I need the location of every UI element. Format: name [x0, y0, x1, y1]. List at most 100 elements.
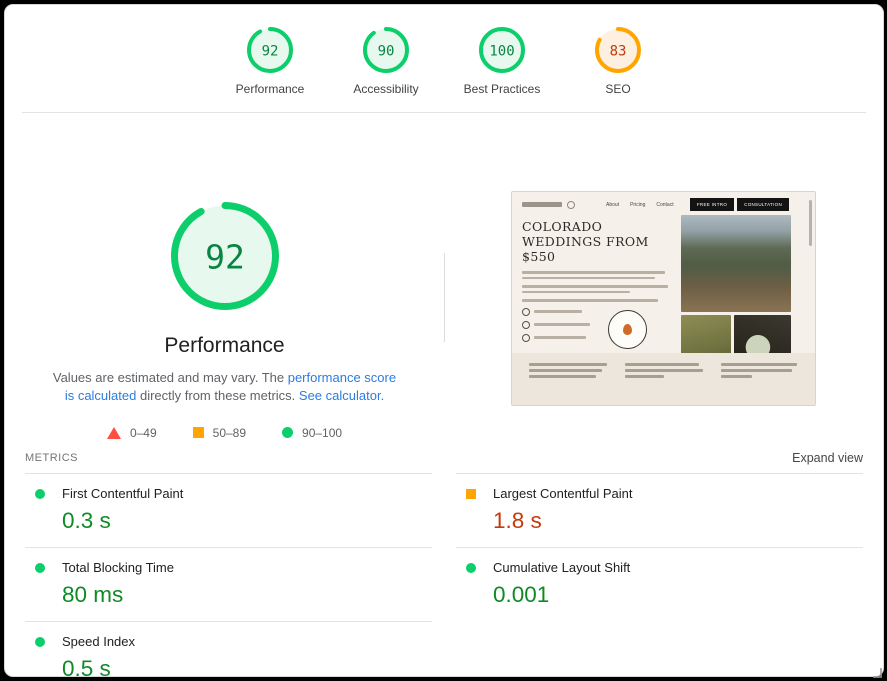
thumb-site-logo	[522, 202, 562, 207]
score-gauge-ring: 90	[363, 27, 409, 73]
thumb-hero-heading: COLORADO WEDDINGS FROM $550	[522, 219, 649, 264]
thumb-testimonial-skeleton	[528, 363, 607, 405]
metrics-column-right: Largest Contentful Paint 1.8 s Cumulative …	[456, 473, 863, 676]
legend-range-label: 0–49	[129, 425, 157, 440]
score-number: 100	[489, 43, 514, 59]
description-text: directly from these metrics.	[136, 388, 299, 404]
thumb-testimonial-skeleton	[720, 363, 799, 405]
score-number: 83	[610, 43, 627, 59]
metric-label-row: Cumulative Layout Shift	[456, 560, 863, 575]
metric-label-row: Largest Contentful Paint	[456, 486, 863, 501]
metric-name: Largest Contentful Paint	[493, 486, 633, 501]
expand-view-toggle[interactable]: Expand view	[792, 451, 863, 465]
see-calculator-link[interactable]: See calculator.	[299, 388, 384, 403]
metric-total-blocking-time: Total Blocking Time 80 ms	[25, 547, 432, 621]
category-score-best-practices[interactable]: 100 Best Practices	[459, 27, 545, 96]
lighthouse-report-card: 92 Performance 90 Accessibility 100 Best Prac…	[4, 4, 884, 677]
category-label: Performance	[235, 82, 305, 96]
metric-name: First Contentful Paint	[62, 486, 184, 501]
cursor-artifact	[873, 668, 882, 678]
thumb-scrollbar	[809, 200, 812, 246]
score-number: 90	[378, 43, 395, 59]
thumb-feature-item	[522, 307, 590, 316]
legend-item-circle: 90–100	[282, 426, 342, 440]
category-score-seo[interactable]: 83 SEO	[575, 27, 661, 96]
metric-name: Total Blocking Time	[62, 560, 174, 575]
legend-range-label: 50–89	[212, 425, 247, 440]
thumb-feature-items	[522, 307, 590, 349]
metric-first-contentful-paint: First Contentful Paint 0.3 s	[25, 473, 432, 547]
metric-status-circle-icon	[35, 636, 45, 647]
legend-range-label: 90–100	[302, 425, 343, 440]
thumb-badge-flame-icon	[623, 323, 632, 335]
category-score-accessibility[interactable]: 90 Accessibility	[343, 27, 429, 96]
thumb-bullet-icon	[522, 307, 530, 316]
performance-description: Values are estimated and may vary. The p…	[51, 369, 399, 406]
screenshot-block: About Pricing Contact FREE INTRO CONSULTATI…	[444, 113, 883, 447]
metrics-heading: METRICS	[25, 452, 78, 464]
category-score-strip: 92 Performance 90 Accessibility 100 Best Prac…	[5, 5, 883, 96]
thumb-nav-about: About	[606, 201, 620, 208]
legend-item-square: 50–89	[192, 425, 247, 440]
metric-value: 1.8 s	[493, 508, 542, 533]
performance-summary-section: 92 Performance Values are estimated and …	[5, 113, 883, 447]
thumb-paragraph-skeleton	[522, 271, 673, 279]
metric-value: 80 ms	[62, 582, 124, 607]
thumb-paragraph-skeleton	[522, 285, 673, 293]
thumb-header-buttons: FREE INTRO CONSULTATION	[689, 198, 789, 211]
category-score-performance[interactable]: 92 Performance	[227, 27, 313, 96]
score-gauge-ring: 100	[479, 27, 525, 73]
category-label: Best Practices	[463, 82, 541, 96]
vertical-divider	[444, 253, 445, 342]
metric-cumulative-layout-shift: Cumulative Layout Shift 0.001	[456, 547, 863, 621]
score-number: 92	[205, 237, 245, 276]
performance-title: Performance	[164, 334, 285, 357]
thumb-testimonial-skeleton	[624, 363, 703, 405]
metric-value: 0.3 s	[62, 508, 111, 533]
thumb-wedding-ceremony-photo	[680, 215, 791, 312]
description-text: Values are estimated and may vary. The	[52, 370, 288, 385]
metrics-column-left: First Contentful Paint 0.3 s Total Blockin…	[25, 473, 432, 677]
page-screenshot-thumbnail[interactable]: About Pricing Contact FREE INTRO CONSULTATI…	[511, 191, 816, 406]
metric-status-circle-icon	[35, 488, 45, 499]
category-label: Accessibility	[353, 82, 419, 96]
metric-largest-contentful-paint: Largest Contentful Paint 1.8 s	[456, 473, 863, 547]
metric-value: 0.001	[493, 582, 550, 607]
legend-triangle-icon	[106, 426, 121, 439]
metrics-header-row: METRICS Expand view	[5, 447, 883, 473]
thumb-logo-mark-icon	[567, 200, 575, 209]
metric-status-square-icon	[466, 488, 476, 499]
metric-name: Speed Index	[62, 634, 136, 649]
performance-score-block: 92 Performance Values are estimated and …	[5, 113, 444, 447]
performance-score-gauge: 92	[170, 202, 279, 315]
metric-label-row: Speed Index	[25, 634, 432, 649]
thumb-feature-item	[522, 333, 590, 342]
thumb-feature-item	[522, 320, 590, 329]
metric-label-row: Total Blocking Time	[25, 560, 432, 575]
thumb-bullet-icon	[522, 333, 530, 342]
metric-status-circle-icon	[35, 562, 45, 573]
thumb-nav-contact: Contact	[656, 201, 674, 208]
thumb-header-button-free-intro: FREE INTRO	[689, 198, 735, 211]
score-gauge-ring: 83	[595, 27, 641, 73]
legend-square-icon	[192, 427, 204, 439]
category-label: SEO	[605, 82, 631, 96]
metric-label-row: First Contentful Paint	[25, 486, 432, 501]
score-legend: 0–49 50–89 90–100	[106, 425, 342, 440]
metric-value: 0.5 s	[62, 656, 111, 677]
metrics-grid: First Contentful Paint 0.3 s Total Blockin…	[5, 473, 883, 677]
thumb-feature-list	[522, 307, 673, 349]
metric-name: Cumulative Layout Shift	[493, 560, 631, 575]
thumb-nav-pricing: Pricing	[630, 201, 646, 208]
thumb-award-badge	[608, 309, 647, 349]
metric-speed-index: Speed Index 0.5 s	[25, 621, 432, 677]
thumb-bullet-icon	[522, 320, 530, 329]
thumb-paragraph-skeleton	[522, 299, 673, 302]
metric-status-circle-icon	[466, 562, 476, 573]
score-gauge-ring: 92	[247, 27, 293, 73]
score-gauge-ring: 92	[170, 202, 279, 310]
score-number: 92	[262, 43, 279, 59]
thumb-header-button-consultation: CONSULTATION	[737, 198, 789, 211]
thumb-testimonials-strip	[512, 353, 815, 405]
legend-circle-icon	[282, 427, 294, 439]
